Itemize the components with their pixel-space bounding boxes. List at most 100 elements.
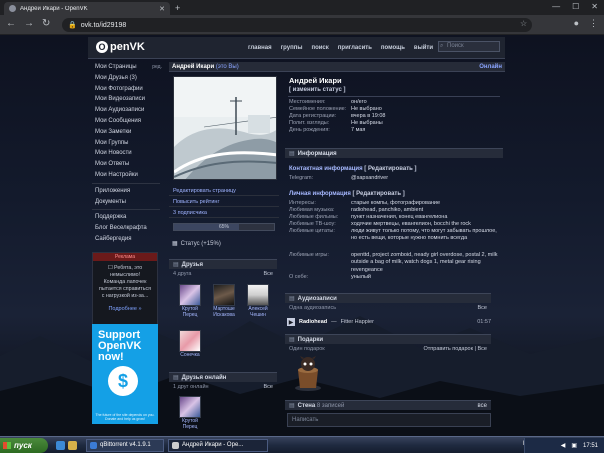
task-browser[interactable]: Андрей Икари - Ope... xyxy=(168,439,268,452)
nav-home[interactable]: главная xyxy=(248,45,272,51)
friend-avatar xyxy=(179,284,201,306)
reload-icon[interactable]: ↻ xyxy=(42,18,50,29)
wall-head-title: Стена xyxy=(297,403,316,409)
info-key: О себе: xyxy=(289,274,309,280)
gifts-header[interactable]: ▤ Подарки xyxy=(285,334,491,344)
forward-icon[interactable]: → xyxy=(24,18,34,29)
menu-notes[interactable]: Мои Заметки xyxy=(88,127,164,138)
nav-search[interactable]: поиск xyxy=(311,45,328,51)
contact-edit-link[interactable]: [ Редактировать ] xyxy=(364,166,416,172)
gifts-count: Один подарок xyxy=(289,346,325,352)
track-artist[interactable]: Radiohead xyxy=(299,319,327,325)
edit-link[interactable]: ред. xyxy=(152,62,162,73)
friend-name: Мартоше Искакова xyxy=(213,306,235,318)
play-icon[interactable]: ▶ xyxy=(287,318,295,326)
avatar[interactable] xyxy=(173,76,277,180)
wall-post-input[interactable]: Написать xyxy=(287,413,491,427)
friend-name: Сонечка xyxy=(180,352,200,358)
friends-online-subheader: 1 друг онлайн Все xyxy=(169,383,277,392)
menu-photos[interactable]: Мои Фотографии xyxy=(88,84,164,95)
info-key: Любимые цитаты: xyxy=(289,228,335,234)
quicklaunch-folder-icon[interactable] xyxy=(68,441,77,450)
personal-edit-link[interactable]: [ Редактировать ] xyxy=(353,191,405,197)
menu-docs[interactable]: Документы xyxy=(88,197,164,208)
divider xyxy=(288,96,500,97)
online-friend-card[interactable]: Крутой Перец xyxy=(175,396,205,430)
menu-blog[interactable]: Блог Веселкрафта xyxy=(88,223,164,234)
start-button[interactable]: пуск xyxy=(0,438,48,453)
minimize-icon[interactable]: — xyxy=(552,2,560,11)
friends-header[interactable]: ▤ Друзья xyxy=(169,259,277,269)
task-qbittorrent[interactable]: qBittorrent v4.1.9.1 xyxy=(86,439,164,452)
browser-icon xyxy=(172,442,179,449)
info-header[interactable]: ▤ Информация xyxy=(285,148,503,158)
personal-title-text: Личная информация xyxy=(289,191,351,197)
menu-my-page[interactable]: Мои Страницы ред. xyxy=(88,62,164,73)
raise-rating-link[interactable]: Повысить рейтинг xyxy=(169,197,279,207)
menu-messages[interactable]: Мои Сообщения xyxy=(88,116,164,127)
logo-text: penVK xyxy=(110,41,145,53)
menu-settings[interactable]: Мои Настройки xyxy=(88,170,164,181)
send-gift-link[interactable]: Отправить подарок xyxy=(424,346,474,352)
friends-online-all-link[interactable]: Все xyxy=(264,383,273,392)
search-input[interactable]: ⌕ Поиск xyxy=(438,41,500,52)
menu-groups[interactable]: Мои Группы xyxy=(88,138,164,149)
menu-answers[interactable]: Мои Ответы xyxy=(88,159,164,170)
rating-value: 65% xyxy=(218,224,229,230)
status-link[interactable]: ▦ Статус (+15%) xyxy=(172,240,221,248)
volume-icon[interactable]: ◀ xyxy=(561,442,566,449)
nav-invite[interactable]: пригласить xyxy=(338,45,372,51)
friend-card[interactable]: Крутой Перец xyxy=(175,284,205,318)
menu-videos[interactable]: Мои Видеозаписи xyxy=(88,94,164,105)
avatar-photo xyxy=(174,77,276,179)
subscribers-link[interactable]: 3 подписчика xyxy=(169,208,279,218)
gifts-links: Отправить подарок | Все xyxy=(423,346,488,352)
wall-count: 8 записей xyxy=(316,403,345,409)
close-window-icon[interactable]: ✕ xyxy=(591,2,598,11)
menu-news[interactable]: Мои Новости xyxy=(88,148,164,159)
edit-status-link[interactable]: [ изменить статус ] xyxy=(289,87,345,93)
audio-header[interactable]: ▤ Аудиозаписи xyxy=(285,293,491,303)
address-bar[interactable]: 🔒 ovk.to/id29198 xyxy=(62,18,532,32)
windows-taskbar: пуск qBittorrent v4.1.9.1 Андрей Икари -… xyxy=(0,436,604,453)
profile-name-small: Андрей Икари (это Вы) xyxy=(172,64,239,70)
account-icon[interactable]: ● xyxy=(574,18,579,29)
friends-all-link[interactable]: Все xyxy=(264,270,273,279)
nav-groups[interactable]: группы xyxy=(281,45,303,51)
menu-icon[interactable]: ⋮ xyxy=(589,18,598,29)
quicklaunch-ie-icon[interactable] xyxy=(56,441,65,450)
bookmark-star-icon[interactable]: ☆ xyxy=(520,19,527,28)
nav-logout[interactable]: выйти xyxy=(414,45,433,51)
support-banner[interactable]: Support OpenVK now! $ The future of the … xyxy=(92,324,158,424)
tab-close-icon[interactable]: ✕ xyxy=(159,5,165,13)
clock[interactable]: 17:51 xyxy=(583,443,598,449)
wall-header[interactable]: ▤ Стена 8 записей все xyxy=(285,400,491,410)
menu-wiki[interactable]: Сайбергедия xyxy=(88,234,164,245)
ad-more-link[interactable]: Подробнее » xyxy=(93,306,157,312)
browser-tab[interactable]: Андрей Икари - OpenVK ✕ xyxy=(4,2,170,15)
friend-card[interactable]: Мартоше Искакова xyxy=(209,284,239,318)
nav-help[interactable]: помощь xyxy=(381,45,405,51)
back-icon[interactable]: ← xyxy=(6,18,16,29)
audio-track: ▶ Radiohead — Fitter Happier 01:57 xyxy=(287,316,491,328)
friends-online-count: 1 друг онлайн xyxy=(173,384,209,390)
gift-image[interactable] xyxy=(292,356,324,392)
friend-card[interactable]: Алексей Чешин xyxy=(243,284,273,318)
friends-online-icon: ▤ xyxy=(173,375,179,381)
new-tab-button[interactable]: + xyxy=(175,3,180,13)
rating-progress-fill xyxy=(174,224,239,230)
wall-all-link[interactable]: все xyxy=(478,401,487,411)
menu-support[interactable]: Поддержка xyxy=(88,212,164,223)
maximize-icon[interactable]: ☐ xyxy=(572,2,579,11)
menu-audio[interactable]: Мои Аудиозаписи xyxy=(88,105,164,116)
edit-page-link[interactable]: Редактировать страницу xyxy=(169,186,279,196)
gifts-all-link[interactable]: Все xyxy=(478,346,487,352)
friends-online-header[interactable]: ▤ Друзья онлайн xyxy=(169,372,277,382)
openvk-logo[interactable]: O penVK xyxy=(96,41,145,53)
friend-name: Крутой Перец xyxy=(182,306,198,318)
network-icon[interactable]: ▣ xyxy=(571,442,577,449)
menu-friends[interactable]: Мои Друзья (3) xyxy=(88,73,164,84)
audio-all-link[interactable]: Все xyxy=(478,304,487,313)
menu-apps[interactable]: Приложения xyxy=(88,186,164,197)
friend-card[interactable]: Сонечка xyxy=(175,330,205,359)
